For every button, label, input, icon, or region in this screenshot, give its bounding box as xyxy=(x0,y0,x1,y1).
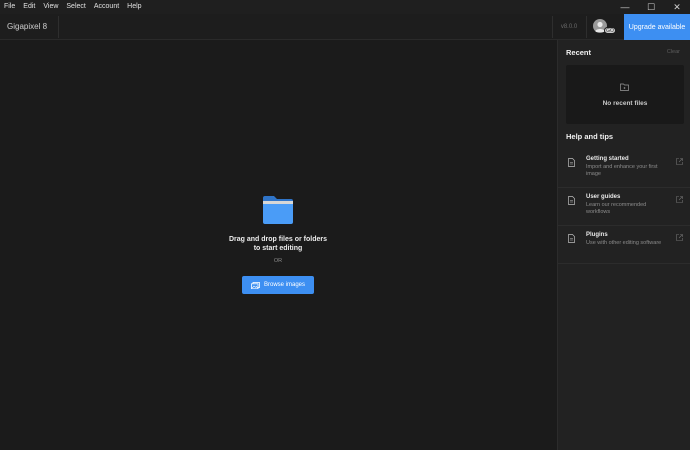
menu-account[interactable]: Account xyxy=(90,0,123,14)
browse-images-label: Browse images xyxy=(263,282,305,288)
side-panel: Recent Clear No recent files Help and ti… xyxy=(557,40,690,450)
window-controls: — ☐ ✕ xyxy=(612,0,690,14)
menu-bar: File Edit View Select Account Help — ☐ ✕ xyxy=(0,0,690,14)
drop-instructions: Drag and drop files or folders to start … xyxy=(208,235,348,253)
version-label: v8.0.0 xyxy=(560,24,578,30)
clear-recent-button[interactable]: Clear xyxy=(667,49,680,55)
external-link-icon[interactable] xyxy=(676,234,683,241)
upgrade-button[interactable]: Upgrade available xyxy=(624,14,690,40)
document-icon xyxy=(568,234,575,243)
menu-help[interactable]: Help xyxy=(123,0,145,14)
menu-edit[interactable]: Edit xyxy=(19,0,39,14)
document-icon xyxy=(568,158,575,167)
recent-heading: Recent xyxy=(566,48,592,57)
maximize-button[interactable]: ☐ xyxy=(638,0,664,14)
app-title: Gigapixel 8 xyxy=(7,22,48,31)
folder-outline-icon xyxy=(620,83,629,91)
tip-title: Plugins xyxy=(586,232,608,238)
or-label: OR xyxy=(273,258,283,264)
drop-zone[interactable]: Drag and drop files or folders to start … xyxy=(0,40,557,450)
toolbar-divider xyxy=(586,16,587,38)
toolbar-divider xyxy=(58,16,59,38)
tip-title: User guides xyxy=(586,194,621,200)
tip-title: Getting started xyxy=(586,156,629,162)
external-link-icon[interactable] xyxy=(676,196,683,203)
browse-images-button[interactable]: Browse images xyxy=(242,276,314,294)
menu-select[interactable]: Select xyxy=(62,0,89,14)
tip-description: Import and enhance your first image xyxy=(586,164,658,177)
help-tips-heading: Help and tips xyxy=(566,132,614,141)
toolbar: Gigapixel 8 v8.0.0 GO Upgrade available xyxy=(0,14,690,40)
menu-file[interactable]: File xyxy=(0,0,19,14)
minimize-button[interactable]: — xyxy=(612,0,638,14)
close-button[interactable]: ✕ xyxy=(664,0,690,14)
menu-view[interactable]: View xyxy=(39,0,62,14)
no-recent-files-label: No recent files xyxy=(602,100,648,107)
tip-getting-started[interactable]: Getting started Import and enhance your … xyxy=(558,150,690,188)
tip-user-guides[interactable]: User guides Learn our recommended workfl… xyxy=(558,188,690,226)
drop-line-1: Drag and drop files or folders xyxy=(228,236,327,243)
images-icon xyxy=(251,281,260,289)
folder-icon xyxy=(263,196,293,224)
external-link-icon[interactable] xyxy=(676,158,683,165)
document-icon xyxy=(568,196,575,205)
toolbar-divider xyxy=(552,16,553,38)
tip-description: Use with other editing software xyxy=(586,240,662,246)
drop-line-2: to start editing xyxy=(253,245,303,252)
account-badge: GO xyxy=(604,27,616,34)
recent-files-box: No recent files xyxy=(566,65,684,124)
tip-plugins[interactable]: Plugins Use with other editing software xyxy=(558,226,690,264)
tip-description: Learn our recommended workflows xyxy=(586,202,647,215)
